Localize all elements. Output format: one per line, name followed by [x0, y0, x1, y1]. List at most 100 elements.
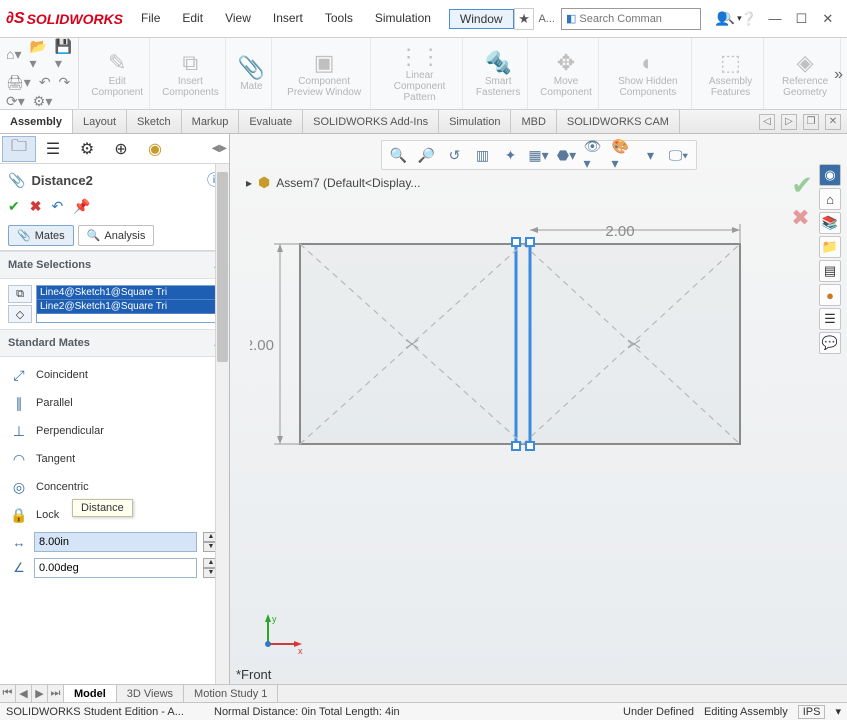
rib-smart-fasteners[interactable]: 🔩Smart Fasteners [469, 38, 528, 109]
confirm-accept-icon[interactable]: ✔ [791, 170, 813, 201]
menu-tools[interactable]: Tools [321, 9, 357, 29]
rebuild-dropdown-icon[interactable]: ⟳▾ [6, 93, 25, 110]
pushpin-icon[interactable]: 📌 [73, 198, 90, 215]
tab-markup[interactable]: Markup [182, 110, 240, 133]
bottom-tab-model[interactable]: Model [64, 685, 117, 702]
minimize-icon[interactable]: — [762, 7, 788, 31]
task-view-palette-icon[interactable]: ▤ [819, 260, 841, 282]
section-view-icon[interactable]: ▥ [472, 144, 494, 166]
print-icon[interactable]: 🖨▾ [6, 74, 31, 91]
rib-mate[interactable]: 📎Mate [232, 38, 272, 109]
panel-collapse-right-icon[interactable]: ▷ [781, 114, 797, 130]
dim-horizontal[interactable]: 2.00 [605, 224, 634, 240]
rib-insert-components[interactable]: ⧉Insert Components [156, 38, 226, 109]
tab-simulation[interactable]: Simulation [439, 110, 511, 133]
ribbon-overflow-icon[interactable]: » [834, 66, 843, 84]
task-custom-props-icon[interactable]: ☰ [819, 308, 841, 330]
angle-input[interactable] [34, 558, 197, 578]
mate-selection-item[interactable]: Line2@Sketch1@Square Tri [37, 300, 220, 314]
appearance-icon[interactable]: 🎨▾ [612, 144, 634, 166]
status-options-icon[interactable]: ▾ [835, 705, 841, 718]
task-design-library-icon[interactable]: 📚 [819, 212, 841, 234]
mate-entities-icon[interactable]: ⧉ [8, 285, 32, 303]
cancel-button[interactable]: ✖ [30, 198, 42, 215]
task-resources-icon[interactable]: ◉ [819, 164, 841, 186]
bottom-nav-first-icon[interactable]: ⏮ [0, 685, 16, 702]
fm-tab-dimxpert[interactable]: ⊕ [104, 136, 138, 162]
scene-icon[interactable]: ▾ [640, 144, 662, 166]
menu-view[interactable]: View [221, 9, 255, 29]
section-mate-selections[interactable]: Mate Selections ˄ [0, 251, 229, 279]
fm-tab-display-manager[interactable]: ◉ [138, 136, 172, 162]
redo-icon[interactable]: ↷ [59, 74, 71, 91]
view-settings-icon[interactable]: 🖵▾ [668, 144, 690, 166]
accept-button[interactable]: ✔ [8, 198, 20, 215]
confirm-cancel-icon[interactable]: ✖ [791, 205, 813, 231]
zoom-fit-icon[interactable]: 🔍 [388, 144, 410, 166]
search-input[interactable] [579, 13, 721, 25]
hide-show-icon[interactable]: 👁▾ [584, 144, 606, 166]
mate-parallel[interactable]: ∥Parallel [0, 389, 229, 417]
options-icon[interactable]: ⚙▾ [33, 93, 53, 110]
view-orientation-icon[interactable]: ⬣▾ [556, 144, 578, 166]
fm-tab-property-manager[interactable]: ☰ [36, 136, 70, 162]
rib-reference-geometry[interactable]: ◈Reference Geometry [770, 38, 841, 109]
subtab-analysis[interactable]: 🔍Analysis [78, 225, 155, 246]
mate-tangent[interactable]: ◠Tangent [0, 445, 229, 473]
mate-lock[interactable]: 🔒Lock Distance [0, 501, 229, 529]
distance-input[interactable] [34, 532, 197, 552]
bottom-nav-prev-icon[interactable]: ◀ [16, 685, 32, 702]
star-icon[interactable]: ★ [514, 8, 535, 30]
mate-selection-item[interactable]: Line4@Sketch1@Square Tri [37, 286, 220, 300]
subtab-mates[interactable]: 📎Mates [8, 225, 74, 246]
panel-close-icon[interactable]: ✕ [825, 114, 841, 130]
dim-vertical[interactable]: 2.00 [250, 337, 274, 354]
user-icon[interactable]: 👤 [709, 7, 735, 31]
bottom-nav-next-icon[interactable]: ▶ [32, 685, 48, 702]
fm-tab-nav-right-icon[interactable]: ▶ [219, 143, 227, 154]
menu-edit[interactable]: Edit [178, 9, 207, 29]
task-home-icon[interactable]: ⌂ [819, 188, 841, 210]
mate-perpendicular[interactable]: ⊥Perpendicular [0, 417, 229, 445]
rib-show-hidden[interactable]: ◐Show Hidden Components [605, 38, 692, 109]
rib-comp-preview[interactable]: ▣Component Preview Window [278, 38, 371, 109]
rib-assembly-features[interactable]: ⬚Assembly Features [698, 38, 764, 109]
undo-icon[interactable]: ↶ [39, 74, 51, 91]
rib-move-component[interactable]: ✥Move Component [534, 38, 599, 109]
task-file-explorer-icon[interactable]: 📁 [819, 236, 841, 258]
home-icon[interactable]: ⌂▾ [6, 46, 21, 63]
task-forum-icon[interactable]: 💬 [819, 332, 841, 354]
menu-window[interactable]: Window [449, 9, 514, 29]
maximize-icon[interactable]: ☐ [788, 7, 814, 31]
breadcrumb-expand-icon[interactable]: ▸ [246, 176, 252, 190]
tab-sketch[interactable]: Sketch [127, 110, 182, 133]
tab-assembly[interactable]: Assembly [0, 110, 73, 133]
rib-edit-component[interactable]: ✎Edit Component [85, 38, 150, 109]
graphics-area[interactable]: 🔍 🔎 ↺ ▥ ✦ ▦▾ ⬣▾ 👁▾ 🎨▾ ▾ 🖵▾ ▸ ⬢ Assem7 (D… [230, 134, 847, 684]
tab-cam[interactable]: SOLIDWORKS CAM [557, 110, 680, 133]
rib-linear-pattern[interactable]: ⋮⋮Linear Component Pattern [377, 38, 463, 109]
panel-restore-icon[interactable]: ❐ [803, 114, 819, 130]
save-icon[interactable]: 💾▾ [55, 38, 72, 72]
section-standard-mates[interactable]: Standard Mates ˄ [0, 329, 229, 357]
bottom-nav-last-icon[interactable]: ⏭ [48, 685, 64, 702]
help-icon[interactable]: ❔ [735, 7, 761, 31]
pm-scroll-thumb[interactable] [217, 172, 228, 362]
tab-evaluate[interactable]: Evaluate [239, 110, 303, 133]
breadcrumb[interactable]: ▸ ⬢ Assem7 (Default<Display... [246, 174, 420, 191]
bottom-tab-motion-study[interactable]: Motion Study 1 [184, 685, 278, 702]
tab-mbd[interactable]: MBD [511, 110, 556, 133]
panel-collapse-left-icon[interactable]: ◁ [759, 114, 775, 130]
command-search[interactable]: ◧ 🔍 ▾ [561, 8, 701, 30]
fm-tab-config-manager[interactable]: ⚙ [70, 136, 104, 162]
undo-button[interactable]: ↶ [51, 198, 63, 215]
prev-view-icon[interactable]: ↺ [444, 144, 466, 166]
view-triad[interactable]: y x [254, 614, 304, 654]
menu-simulation[interactable]: Simulation [371, 9, 435, 29]
task-appearances-icon[interactable]: ● [819, 284, 841, 306]
dynamic-view-icon[interactable]: ✦ [500, 144, 522, 166]
zoom-area-icon[interactable]: 🔎 [416, 144, 438, 166]
mate-coincident[interactable]: ⤢Coincident [0, 361, 229, 389]
pm-scrollbar[interactable] [215, 164, 229, 684]
mate-concentric[interactable]: ◎Concentric [0, 473, 229, 501]
